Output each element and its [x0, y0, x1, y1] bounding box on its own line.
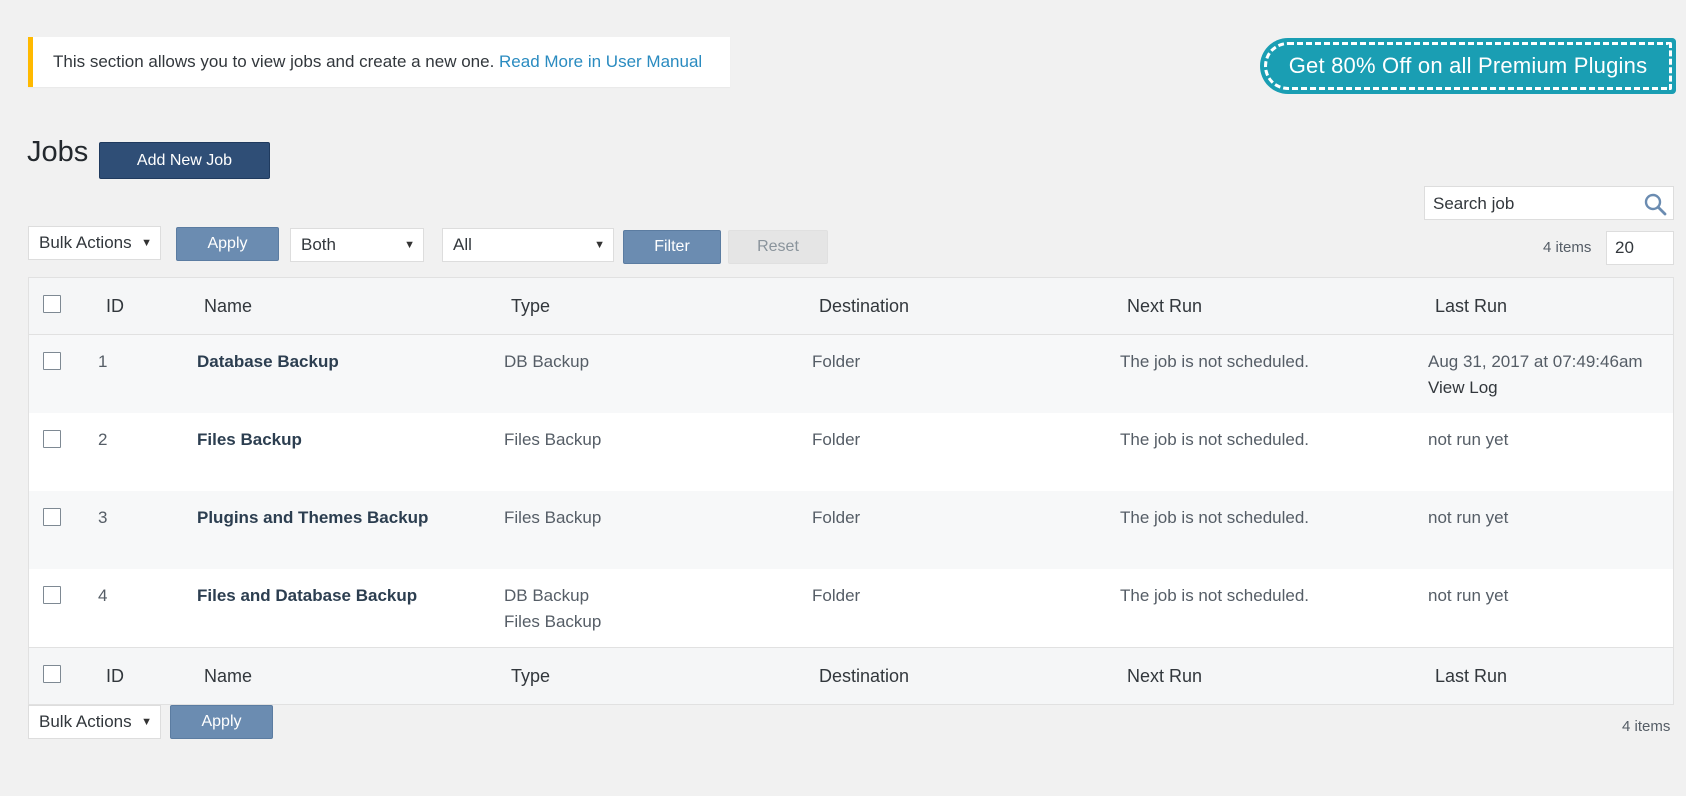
type-filter-select[interactable]: Both ▼ — [290, 228, 424, 262]
job-type: Files Backup — [504, 508, 602, 527]
column-footer-id[interactable]: ID — [98, 647, 197, 705]
view-log-link[interactable]: View Log — [1428, 375, 1673, 401]
column-header-name[interactable]: Name — [197, 277, 504, 335]
jobs-table: ID Name Type Destination Next Run Last R… — [28, 277, 1674, 705]
filter-button[interactable]: Filter — [623, 230, 721, 264]
job-name-cell: Files and Database Backup — [197, 569, 504, 648]
select-all-checkbox[interactable] — [43, 294, 61, 313]
job-name-link[interactable]: Files Backup — [197, 430, 302, 449]
row-checkbox[interactable] — [43, 430, 61, 448]
bulk-actions-value: Bulk Actions — [39, 712, 132, 731]
items-count-top: 4 items — [1543, 239, 1592, 256]
column-footer-type: Type — [504, 647, 812, 705]
items-count-bottom: 4 items — [1622, 718, 1671, 735]
user-manual-link[interactable]: Read More in User Manual — [499, 52, 702, 71]
job-id: 3 — [98, 491, 197, 569]
select-all-checkbox-footer[interactable] — [43, 664, 61, 683]
job-destination: Folder — [812, 569, 1120, 648]
caret-down-icon: ▼ — [594, 239, 605, 251]
job-name-cell: Files Backup — [197, 413, 504, 491]
job-name-cell: Database Backup — [197, 334, 504, 413]
job-last-run: not run yet — [1428, 569, 1674, 648]
job-type-cell: Files Backup — [504, 491, 812, 569]
job-next-run: The job is not scheduled. — [1120, 491, 1428, 569]
destination-filter-select[interactable]: All ▼ — [442, 228, 614, 262]
job-id: 1 — [98, 334, 197, 413]
job-destination: Folder — [812, 491, 1120, 569]
job-name-link[interactable]: Files and Database Backup — [197, 586, 417, 605]
job-id: 2 — [98, 413, 197, 491]
job-name-cell: Plugins and Themes Backup — [197, 491, 504, 569]
job-type: Files Backup — [504, 612, 602, 631]
job-destination: Folder — [812, 334, 1120, 413]
job-id: 4 — [98, 569, 197, 648]
reset-button[interactable]: Reset — [728, 230, 828, 264]
job-last-run: Aug 31, 2017 at 07:49:46am — [1428, 352, 1643, 371]
job-last-run: not run yet — [1428, 491, 1674, 569]
notice-text: This section allows you to view jobs and… — [53, 52, 495, 71]
job-type: DB Backup — [504, 352, 590, 371]
add-new-job-button[interactable]: Add New Job — [99, 142, 270, 179]
bulk-actions-select-top[interactable]: Bulk Actions ▼ — [28, 226, 161, 260]
row-checkbox[interactable] — [43, 352, 61, 370]
job-name-link[interactable]: Plugins and Themes Backup — [197, 508, 428, 527]
select-all-cell — [28, 277, 98, 335]
info-notice: This section allows you to view jobs and… — [28, 37, 730, 87]
column-header-next-run: Next Run — [1120, 277, 1428, 335]
row-checkbox[interactable] — [43, 586, 61, 604]
destination-filter-value: All — [453, 235, 472, 254]
search-box — [1424, 186, 1674, 220]
column-header-last-run: Last Run — [1428, 277, 1674, 335]
column-footer-last-run: Last Run — [1428, 647, 1674, 705]
job-type-cell: DB Backup — [504, 334, 812, 413]
job-next-run: The job is not scheduled. — [1120, 413, 1428, 491]
type-filter-value: Both — [301, 235, 336, 254]
job-name-link[interactable]: Database Backup — [197, 352, 339, 371]
search-icon[interactable] — [1643, 192, 1667, 216]
apply-button-bottom[interactable]: Apply — [170, 705, 273, 739]
table-footer-row: ID Name Type Destination Next Run Last R… — [28, 647, 1674, 705]
job-type: Files Backup — [504, 430, 602, 449]
job-type-cell: DB Backup Files Backup — [504, 569, 812, 648]
caret-down-icon: ▼ — [404, 239, 415, 251]
search-input[interactable] — [1431, 188, 1635, 220]
row-checkbox[interactable] — [43, 508, 61, 526]
table-row: 2 Files Backup Files Backup Folder The j… — [28, 413, 1674, 491]
caret-down-icon: ▼ — [141, 237, 152, 249]
column-footer-name[interactable]: Name — [197, 647, 504, 705]
table-row: 1 Database Backup DB Backup Folder The j… — [28, 334, 1674, 413]
job-next-run: The job is not scheduled. — [1120, 569, 1428, 648]
column-header-destination: Destination — [812, 277, 1120, 335]
table-header-row: ID Name Type Destination Next Run Last R… — [28, 277, 1674, 335]
table-row: 3 Plugins and Themes Backup Files Backup… — [28, 491, 1674, 569]
job-type-cell: Files Backup — [504, 413, 812, 491]
apply-button-top[interactable]: Apply — [176, 227, 279, 261]
column-header-id[interactable]: ID — [98, 277, 197, 335]
job-last-run: not run yet — [1428, 413, 1674, 491]
column-header-type: Type — [504, 277, 812, 335]
column-footer-next-run: Next Run — [1120, 647, 1428, 705]
job-last-run-cell: Aug 31, 2017 at 07:49:46am View Log — [1428, 334, 1674, 413]
bulk-actions-value: Bulk Actions — [39, 233, 132, 252]
promo-banner[interactable]: Get 80% Off on all Premium Plugins — [1260, 38, 1676, 94]
column-footer-destination: Destination — [812, 647, 1120, 705]
job-type: DB Backup — [504, 586, 590, 605]
caret-down-icon: ▼ — [141, 716, 152, 728]
per-page-input[interactable]: 20 — [1606, 231, 1674, 265]
page-title: Jobs — [27, 136, 89, 168]
promo-text: Get 80% Off on all Premium Plugins — [1264, 42, 1672, 90]
job-destination: Folder — [812, 413, 1120, 491]
job-next-run: The job is not scheduled. — [1120, 334, 1428, 413]
table-row: 4 Files and Database Backup DB Backup Fi… — [28, 569, 1674, 648]
bulk-actions-select-bottom[interactable]: Bulk Actions ▼ — [28, 705, 161, 739]
